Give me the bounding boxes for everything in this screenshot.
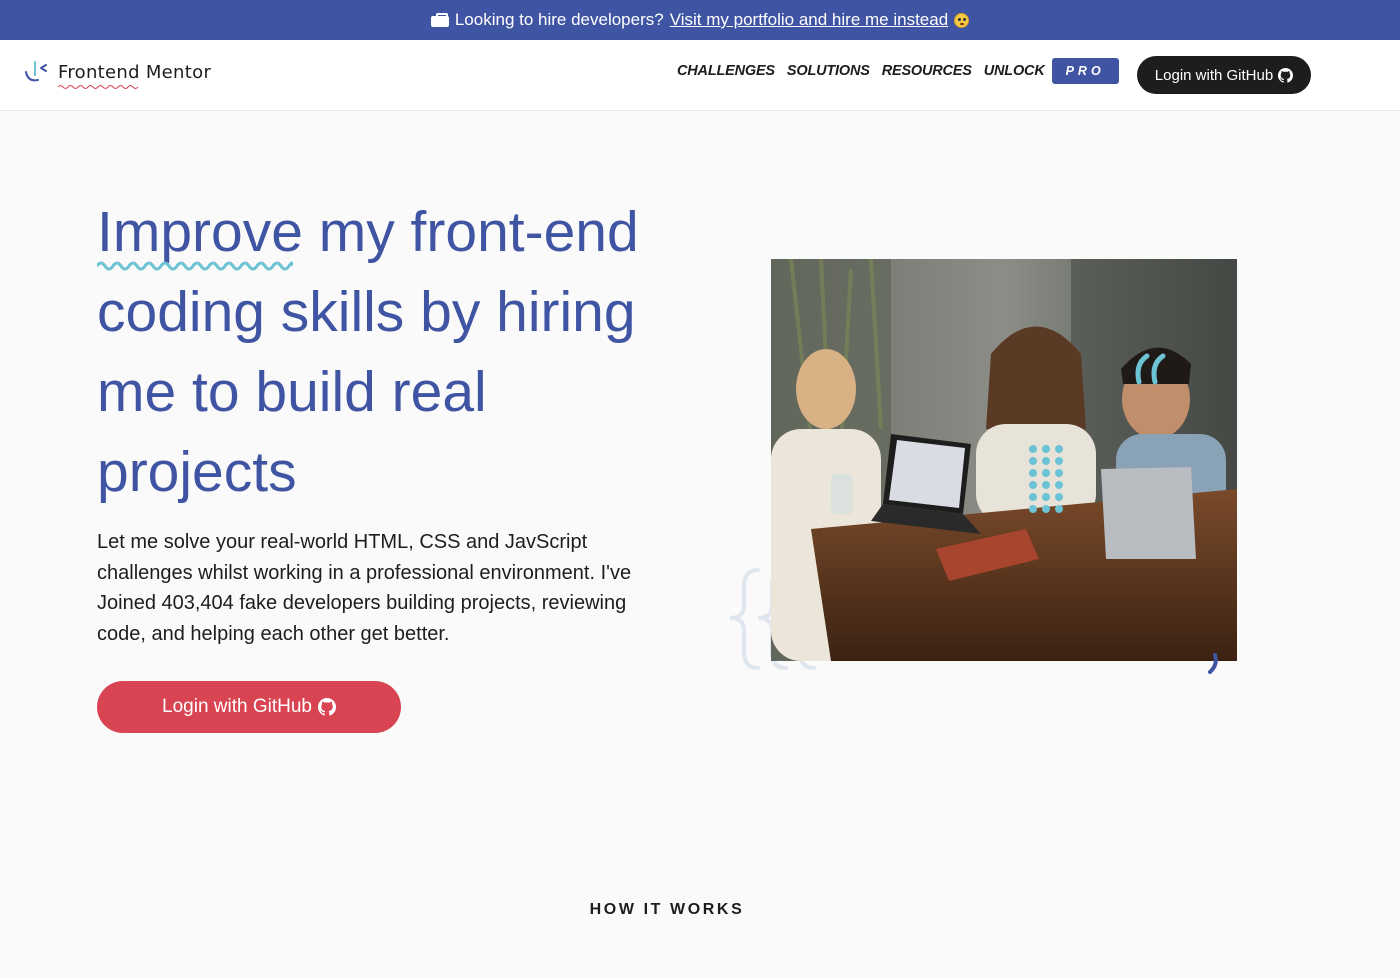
emoji-icon [954, 12, 970, 28]
hero-description: Let me solve your real-world HTML, CSS a… [97, 531, 632, 645]
wave-underline [97, 261, 293, 271]
briefcase-icon [430, 13, 449, 27]
nav-solutions[interactable]: SOLUTIONS [787, 63, 870, 79]
hero-title-highlight: Improve [97, 192, 303, 272]
logo-text: Frontend Mentor [58, 62, 211, 89]
portfolio-link[interactable]: Visit my portfolio and hire me instead [670, 10, 948, 30]
site-header: Frontend Mentor CHALLENGES SOLUTIONS RES… [0, 40, 1400, 111]
header-login-button[interactable]: Login with GitHub [1137, 56, 1311, 94]
hero-login-button[interactable]: Login with GitHub [97, 681, 401, 733]
logo[interactable]: Frontend Mentor [24, 58, 211, 89]
hero-photo [771, 259, 1237, 661]
nav-resources[interactable]: RESOURCES [882, 63, 972, 79]
nav-challenges[interactable]: CHALLENGES [677, 63, 775, 79]
main-nav: CHALLENGES SOLUTIONS RESOURCES UNLOCK PR… [677, 58, 1119, 84]
nav-unlock-label: UNLOCK [983, 63, 1045, 79]
github-icon [1278, 67, 1294, 83]
quote-decoration [1135, 353, 1166, 385]
logo-squiggle [58, 84, 139, 89]
pro-badge: PRO [1051, 58, 1119, 84]
banner-lead-text: Looking to hire developers? [454, 10, 664, 29]
github-icon [317, 698, 336, 716]
hero-title: Improve my front-end coding skills by hi… [97, 192, 697, 512]
announcement-banner: Looking to hire developers? Visit my por… [0, 0, 1400, 40]
how-it-works-heading: HOW IT WORKS [589, 901, 745, 918]
dots-pattern-decoration [1029, 445, 1063, 513]
logo-mark-icon [24, 58, 52, 86]
comma-decoration [1208, 653, 1218, 674]
nav-unlock-pro[interactable]: UNLOCK PRO [984, 58, 1119, 84]
header-login-label: Login with GitHub [1154, 66, 1274, 84]
hero-login-label: Login with GitHub [162, 696, 312, 717]
